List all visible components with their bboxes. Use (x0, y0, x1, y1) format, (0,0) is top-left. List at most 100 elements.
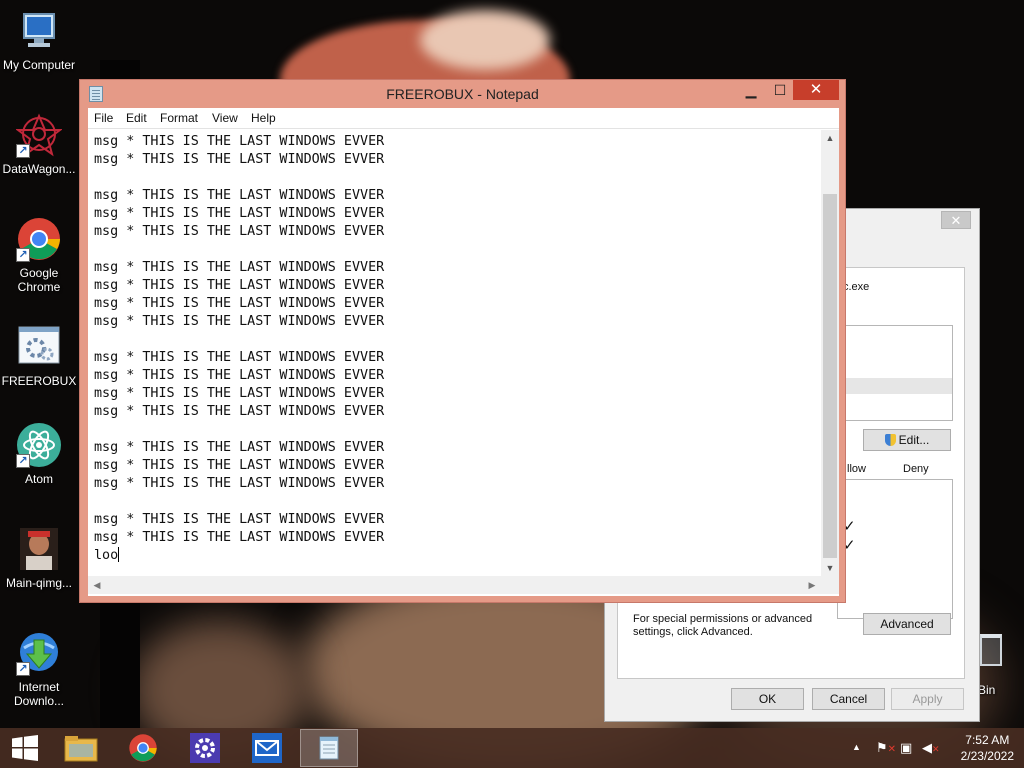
system-clock[interactable]: 7:52 AM 2/23/2022 (961, 732, 1014, 764)
text-line: msg * THIS IS THE LAST WINDOWS EVVER (94, 224, 385, 239)
scroll-down-icon[interactable]: ▼ (821, 560, 839, 576)
text-line: msg * THIS IS THE LAST WINDOWS EVVER (94, 512, 385, 527)
text-line: msg * THIS IS THE LAST WINDOWS EVVER (94, 188, 385, 203)
desktop-icon-main-qimg[interactable]: Main-qimg... (0, 526, 78, 590)
ok-button[interactable]: OK (731, 688, 804, 710)
taskbar-control-panel[interactable] (176, 729, 234, 767)
group-user-list[interactable] (837, 325, 953, 421)
taskbar-file-explorer[interactable] (52, 729, 110, 767)
text-line: msg * THIS IS THE LAST WINDOWS EVVER (94, 314, 385, 329)
menu-help[interactable]: Help (251, 111, 276, 125)
scrollbar-thumb[interactable] (823, 194, 837, 558)
scroll-left-icon[interactable]: ◀ (88, 576, 106, 594)
taskbar-notepad[interactable] (300, 729, 358, 767)
text-line (94, 169, 384, 187)
shortcut-arrow-icon: ↗ (16, 248, 30, 262)
chrome-icon: ↗ (16, 216, 62, 262)
datawagon-icon: ↗ (15, 112, 63, 158)
shortcut-arrow-icon: ↗ (16, 454, 30, 468)
desktop-icon-google-chrome[interactable]: ↗ Google Chrome (0, 216, 78, 294)
selected-list-item[interactable] (838, 378, 952, 394)
text-line (94, 421, 384, 439)
notepad-window: FREEROBUX - Notepad ▁ ☐ ✕ File Edit Form… (79, 79, 846, 603)
dialog-close-button[interactable]: ✕ (941, 211, 971, 229)
allow-column-header: llow (847, 463, 866, 475)
desktop-icon-my-computer[interactable]: My Computer (0, 8, 78, 72)
text-line: msg * THIS IS THE LAST WINDOWS EVVER (94, 278, 385, 293)
minimize-button[interactable]: ▁ (737, 80, 765, 100)
desktop-icon-label: DataWagon... (2, 162, 76, 176)
text-line: loo (94, 547, 120, 563)
text-line: msg * THIS IS THE LAST WINDOWS EVVER (94, 152, 385, 167)
text-line: msg * THIS IS THE LAST WINDOWS EVVER (94, 350, 385, 365)
uac-shield-icon (884, 434, 896, 446)
desktop-icon-datawagon[interactable]: ↗ DataWagon... (0, 112, 78, 176)
text-line: msg * THIS IS THE LAST WINDOWS EVVER (94, 458, 385, 473)
edit-button[interactable]: Edit... (863, 429, 951, 451)
text-line (94, 241, 384, 259)
atom-icon: ↗ (16, 422, 62, 468)
close-button[interactable]: ✕ (793, 80, 839, 100)
text-line: msg * THIS IS THE LAST WINDOWS EVVER (94, 386, 385, 401)
text-line: msg * THIS IS THE LAST WINDOWS EVVER (94, 404, 385, 419)
desktop-icon-label: Internet Downlo... (13, 680, 65, 708)
clock-date: 2/23/2022 (960, 749, 1014, 763)
special-permissions-text: For special permissions or advanced sett… (633, 613, 813, 638)
text-caret (118, 547, 120, 562)
text-line: msg * THIS IS THE LAST WINDOWS EVVER (94, 260, 385, 275)
vertical-scrollbar[interactable]: ▲ ▼ (821, 130, 839, 576)
mail-icon (255, 740, 279, 756)
folder-icon (64, 736, 98, 762)
editor-text: msg * THIS IS THE LAST WINDOWS EVVER msg … (94, 133, 384, 565)
menu-format[interactable]: Format (160, 111, 198, 125)
horizontal-scrollbar[interactable]: ◀ ▶ (88, 576, 821, 594)
chrome-icon (129, 734, 157, 762)
action-center-flag-icon[interactable]: ⚑✕ (876, 740, 896, 756)
text-editor[interactable]: msg * THIS IS THE LAST WINDOWS EVVER msg … (88, 130, 821, 576)
taskbar-google-chrome[interactable] (114, 729, 172, 767)
windows-logo-icon (12, 735, 38, 761)
object-name-label: c.exe (843, 281, 870, 293)
volume-muted-icon[interactable]: ◀✕ (922, 740, 940, 756)
menu-edit[interactable]: Edit (126, 111, 147, 125)
shortcut-arrow-icon: ↗ (16, 144, 30, 158)
scrollbar-corner (821, 576, 839, 594)
text-line: msg * THIS IS THE LAST WINDOWS EVVER (94, 476, 385, 491)
scroll-right-icon[interactable]: ▶ (803, 576, 821, 594)
desktop-icon-freerobux[interactable]: FREEROBUX (0, 324, 78, 388)
menu-view[interactable]: View (212, 111, 238, 125)
computer-icon (16, 8, 62, 54)
network-icon[interactable]: ▣ (900, 740, 912, 756)
text-line: msg * THIS IS THE LAST WINDOWS EVVER (94, 206, 385, 221)
show-hidden-icons-icon[interactable]: ▲ (852, 742, 861, 752)
start-button[interactable] (0, 729, 50, 767)
menu-file[interactable]: File (94, 111, 113, 125)
notepad-client-area: File Edit Format View Help msg * THIS IS… (88, 108, 839, 596)
text-line: msg * THIS IS THE LAST WINDOWS EVVER (94, 368, 385, 383)
advanced-button[interactable]: Advanced (863, 613, 951, 635)
desktop-icon-label: Google Chrome (17, 266, 61, 294)
deny-column-header: Deny (903, 463, 929, 475)
notepad-titlebar[interactable]: FREEROBUX - Notepad ▁ ☐ ✕ (80, 80, 845, 108)
desktop-icon-label: FREEROBUX (1, 374, 77, 388)
taskbar: ▲ ⚑✕ ▣ ◀✕ 7:52 AM 2/23/2022 (0, 728, 1024, 768)
cancel-button[interactable]: Cancel (812, 688, 885, 710)
batch-file-icon (16, 324, 62, 370)
clock-time: 7:52 AM (965, 733, 1010, 747)
idm-icon: ↗ (16, 630, 62, 676)
desktop-icon-internet-download-manager[interactable]: ↗ Internet Downlo... (0, 630, 78, 708)
scroll-up-icon[interactable]: ▲ (821, 130, 839, 146)
desktop-icon-label: Main-qimg... (5, 576, 73, 590)
recycle-bin-icon (980, 634, 1002, 666)
text-line: msg * THIS IS THE LAST WINDOWS EVVER (94, 440, 385, 455)
text-line (94, 331, 384, 349)
desktop-icon-label: Atom (24, 472, 53, 486)
taskbar-mail[interactable] (238, 729, 296, 767)
apply-button[interactable]: Apply (891, 688, 964, 710)
maximize-button[interactable]: ☐ (767, 80, 793, 100)
shortcut-arrow-icon: ↗ (16, 662, 30, 676)
text-line: msg * THIS IS THE LAST WINDOWS EVVER (94, 530, 385, 545)
text-line: msg * THIS IS THE LAST WINDOWS EVVER (94, 296, 385, 311)
desktop-icon-atom[interactable]: ↗ Atom (0, 422, 78, 486)
menu-bar: File Edit Format View Help (88, 108, 839, 129)
